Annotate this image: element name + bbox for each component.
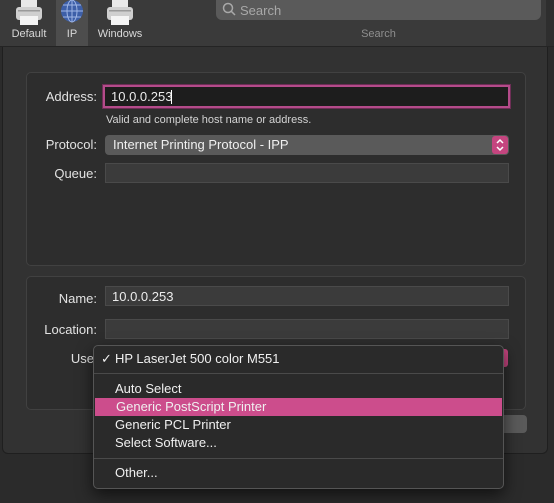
toolbar-ip-label: IP bbox=[66, 28, 78, 40]
search-icon bbox=[222, 2, 236, 16]
location-label: Location: bbox=[44, 322, 97, 337]
menu-item-label: Generic PCL Printer bbox=[115, 417, 231, 432]
location-field[interactable] bbox=[105, 319, 509, 339]
printer-icon bbox=[16, 0, 42, 25]
queue-field[interactable] bbox=[105, 163, 509, 183]
protocol-popup[interactable]: Internet Printing Protocol - IPP bbox=[105, 135, 509, 155]
add-button[interactable] bbox=[500, 415, 527, 433]
search-input[interactable] bbox=[240, 0, 530, 20]
name-field[interactable] bbox=[105, 286, 509, 306]
menu-item-label: Other... bbox=[115, 465, 158, 480]
queue-label: Queue: bbox=[54, 166, 97, 181]
menu-item-label: Select Software... bbox=[115, 435, 217, 450]
menu-separator bbox=[94, 458, 503, 459]
address-hint: Valid and complete host name or address. bbox=[106, 114, 312, 126]
menu-item-label: Generic PostScript Printer bbox=[116, 399, 267, 414]
toolbar-windows-button[interactable]: Windows bbox=[92, 0, 148, 46]
menu-item-generic-pcl[interactable]: Generic PCL Printer bbox=[94, 416, 503, 434]
use-dropdown-menu: ✓ HP LaserJet 500 color M551 Auto Select… bbox=[93, 345, 504, 489]
address-field[interactable] bbox=[103, 85, 510, 108]
menu-item-generic-postscript[interactable]: Generic PostScript Printer bbox=[95, 398, 502, 416]
use-label: Use bbox=[70, 351, 94, 366]
menu-item-label: HP LaserJet 500 color M551 bbox=[115, 351, 280, 366]
toolbar-ip-button[interactable]: IP bbox=[56, 0, 88, 46]
menu-separator bbox=[94, 373, 503, 374]
up-down-chevron-icon bbox=[496, 138, 504, 152]
menu-item-other[interactable]: Other... bbox=[94, 464, 503, 482]
printer-icon bbox=[107, 0, 133, 25]
menu-item-current-driver[interactable]: ✓ HP LaserJet 500 color M551 bbox=[94, 350, 503, 368]
search-field[interactable] bbox=[216, 0, 541, 20]
address-label: Address: bbox=[45, 89, 97, 104]
toolbar-windows-label: Windows bbox=[97, 28, 143, 40]
menu-item-select-software[interactable]: Select Software... bbox=[94, 434, 503, 452]
menu-item-label: Auto Select bbox=[115, 381, 182, 396]
menu-item-auto-select[interactable]: Auto Select bbox=[94, 380, 503, 398]
globe-icon bbox=[61, 0, 83, 23]
search-label: Search bbox=[361, 28, 396, 40]
window-edge bbox=[546, 0, 554, 46]
protocol-stepper[interactable] bbox=[492, 136, 508, 154]
text-cursor bbox=[171, 90, 172, 104]
toolbar-default-button[interactable]: Default bbox=[4, 0, 54, 46]
protocol-value: Internet Printing Protocol - IPP bbox=[113, 137, 289, 152]
toolbar-default-label: Default bbox=[11, 28, 47, 40]
name-label: Name: bbox=[58, 291, 97, 306]
checkmark-icon: ✓ bbox=[101, 351, 112, 366]
protocol-label: Protocol: bbox=[45, 137, 97, 152]
